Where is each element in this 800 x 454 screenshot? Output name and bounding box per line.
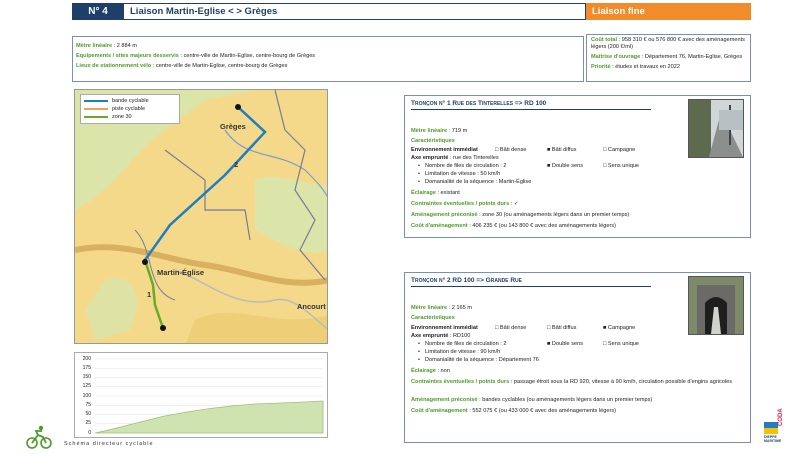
t2-sens-opt-2: □ Sens unique [603, 341, 640, 347]
liaison-type: Liaison fine [586, 3, 751, 20]
t2-axe-value: : RD100 [449, 333, 471, 339]
map-legend: bande cyclable piste cyclable zone 30 [80, 94, 180, 124]
t2-cout-value: : 552 075 € (ou 433 000 € avec des aména… [469, 408, 616, 414]
label-segment-2: 2 [234, 160, 239, 169]
cost-box: Coût total : 958 310 € ou 576 800 € avec… [586, 34, 751, 82]
equip-value: : centre-ville de Martin-Eglise, centre-… [180, 53, 316, 59]
t2-caract: Caractéristiques [411, 315, 455, 321]
profile-tick-label: 0 [88, 429, 91, 436]
t2-env-opt-3: ■ Campagne [603, 325, 636, 331]
priorite-label: Priorité [591, 64, 611, 70]
t2-env-opt-2: □ Bâti diffus [547, 325, 577, 331]
lineaire-label: Mètre linéaire [76, 43, 113, 49]
label-martin-eglise: Martin-Église [157, 268, 205, 277]
t2-eclairage-value: : non [437, 368, 450, 374]
t2-eclairage-label: Éclairage [411, 368, 436, 374]
t1-vitesse: Limitation de vitesse : 50 km/h [418, 170, 500, 178]
profile-canvas [94, 358, 324, 434]
footer-text: Schéma directeur cyclable [64, 441, 154, 447]
t2-files: Nombre de files de circulation : 2 [418, 340, 507, 348]
legend-piste: piste cyclable [112, 106, 146, 112]
t1-lineaire-label: Mètre linéaire [411, 128, 448, 134]
t2-amenag-value: : bandes cyclables (ou aménagements lége… [479, 397, 653, 403]
legend-zone30: zone 30 [112, 114, 132, 120]
route-map: bande cyclable piste cyclable zone 30 Gr… [74, 89, 328, 344]
map-canvas [75, 90, 327, 343]
coda-logo-text: CODA [778, 408, 784, 426]
lineaire-value: : 2 884 m [113, 43, 137, 49]
fiche-number: N° 4 [72, 3, 124, 20]
t1-amenag-label: Aménagement préconisé [411, 212, 478, 218]
label-segment-1: 1 [147, 290, 152, 299]
t2-amenag-label: Aménagement préconisé [411, 397, 478, 403]
t1-domanialite: Domanialité de la séquence : Martin-Égli… [418, 178, 531, 186]
maitrise-value: : Département 76, Martin-Eglise, Grèges [641, 54, 743, 60]
troncon-1-title: Tronçon n° 1 Rue des Tinterelles => RD 1… [411, 100, 547, 107]
t1-env-opt-2: ■ Bâti diffus [547, 147, 577, 153]
t1-axe-value: : rue des Tinterelles [449, 155, 499, 161]
t2-env-label: Environnement immédiat [411, 325, 478, 331]
t1-caract: Caractéristiques [411, 138, 455, 144]
t1-sens-opt-1: ■ Double sens [547, 163, 584, 169]
t1-contraintes-label: Contraintes éventuelles / points durs [411, 201, 510, 207]
priorite-value: : études et travaux en 2022 [612, 64, 680, 70]
t2-contraintes-label: Contraintes éventuelles / points durs [411, 379, 510, 385]
label-greges: Grèges [220, 122, 246, 131]
cout-label: Coût total [591, 37, 618, 43]
label-ancourt: Ancourt [297, 302, 326, 311]
troncon-2-photo [688, 276, 744, 335]
t1-axe-label: Axe emprunté [411, 155, 449, 161]
t1-eclairage-value: : existant [437, 190, 460, 196]
t1-sens-opt-2: □ Sens unique [603, 163, 640, 169]
troncon-1-photo [688, 99, 744, 158]
t2-vitesse: Limitation de vitesse : 90 km/h [418, 348, 500, 356]
coda-logo: DIEPPE MARITIME CODA [764, 408, 796, 448]
equip-label: Equipements / sites majeurs desservis [76, 53, 179, 59]
t1-files: Nombre de files de circulation : 2 [418, 162, 507, 170]
legend-bande: bande cyclable [112, 98, 149, 104]
elevation-profile: 200 175 150 125 100 75 50 25 0 [74, 352, 328, 438]
t2-sens-opt-1: ■ Double sens [547, 341, 584, 347]
t1-amenag-value: : zone 30 (ou aménagements légers dans u… [479, 212, 630, 218]
t1-eclairage-label: Éclairage [411, 190, 436, 196]
maitrise-label: Maîtrise d'ouvrage [591, 54, 641, 60]
t2-axe-label: Axe emprunté [411, 333, 449, 339]
t1-contraintes-value: : ✓ [510, 201, 519, 207]
t1-env-opt-1: □ Bâti dense [495, 147, 527, 153]
troncon-2-title: Tronçon n° 2 RD 100 => Grande Rue [411, 277, 522, 284]
t1-env-label: Environnement immédiat [411, 147, 478, 153]
t2-env-opt-1: □ Bâti dense [495, 325, 527, 331]
t2-cout-label: Coût d'aménagement [411, 408, 468, 414]
troncon-1-card: Tronçon n° 1 Rue des Tinterelles => RD 1… [404, 95, 751, 238]
t2-domanialite: Domanialité de la séquence : Département… [418, 356, 539, 364]
t1-lineaire-value: : 719 m [448, 128, 468, 134]
t1-env-opt-3: □ Campagne [603, 147, 636, 153]
profile-tick-label: 150 [82, 374, 91, 380]
summary-box: Mètre linéaire : 2 884 m Equipements / s… [72, 36, 584, 82]
profile-tick-label: 125 [82, 383, 91, 390]
profile-tick-label: 200 [82, 355, 91, 362]
cyclist-logo-icon [26, 425, 52, 449]
t2-contraintes-value: : passage étroit sous la RD 920, vitesse… [510, 379, 733, 385]
profile-tick-label: 25 [85, 420, 91, 427]
t2-lineaire-value: : 2 165 m [448, 305, 472, 311]
stationnement-value: : centre-ville de Martin-Eglise, centre-… [152, 63, 288, 69]
t1-cout-label: Coût d'aménagement [411, 223, 468, 229]
profile-tick-label: 100 [82, 392, 91, 399]
profile-tick-label: 50 [85, 411, 91, 417]
troncon-2-card: Tronçon n° 2 RD 100 => Grande Rue Mètre … [404, 272, 751, 443]
profile-tick-label: 175 [82, 364, 91, 371]
coda-logo-sub: DIEPPE MARITIME [764, 435, 782, 443]
fiche-title: Liaison Martin-Eglise < > Grèges [124, 3, 586, 20]
profile-tick-label: 75 [85, 401, 91, 408]
stationnement-label: Lieux de stationnement vélo [76, 63, 152, 69]
t1-cout-value: : 406 235 € (ou 143 800 € avec des aména… [469, 223, 616, 229]
t2-lineaire-label: Mètre linéaire [411, 305, 448, 311]
